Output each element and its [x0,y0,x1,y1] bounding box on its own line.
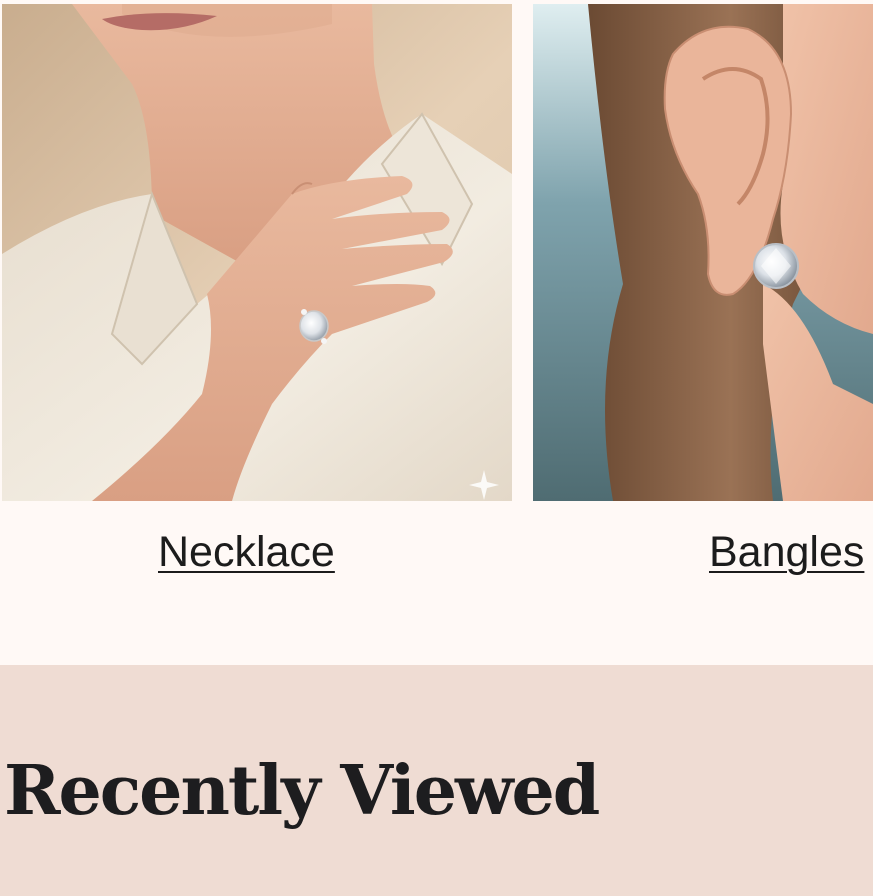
ring-model-photo [2,4,512,501]
page: Necklace Bangles Recently Viewed [0,0,873,896]
earring-model-photo [533,4,873,501]
collection-card-bangles-image[interactable] [533,4,873,501]
collection-link-bangles[interactable]: Bangles [709,526,864,578]
recently-viewed-heading: Recently Viewed [4,751,600,831]
collection-grid: Necklace Bangles [0,0,873,665]
collection-card-necklace-image[interactable] [2,4,512,501]
collection-link-necklace[interactable]: Necklace [158,526,335,578]
